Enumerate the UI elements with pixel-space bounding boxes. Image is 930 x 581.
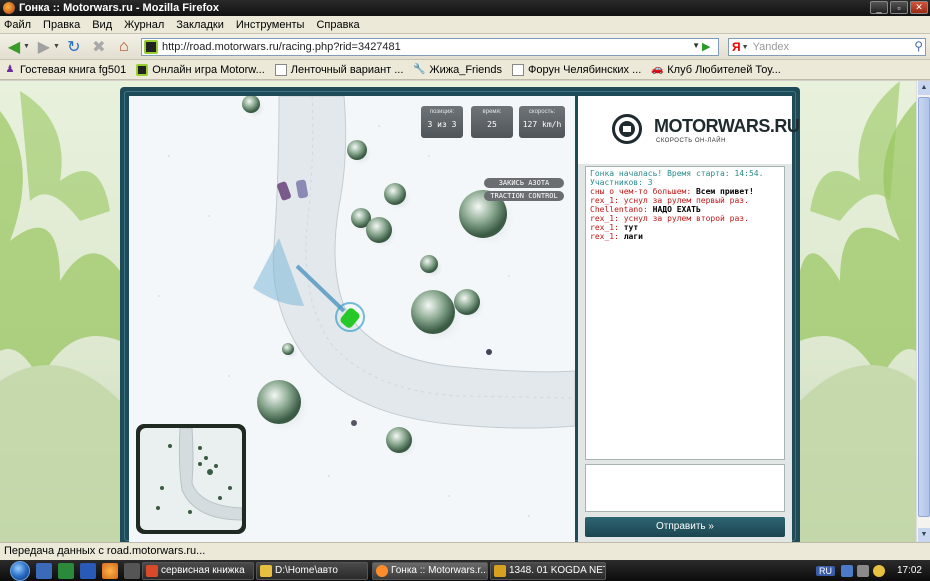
- page-icon: [512, 63, 524, 76]
- chat-log: Гонка началась! Время старта: 14:54. Уча…: [585, 166, 785, 460]
- status-bar: Передача данных с road.motorwars.ru...: [0, 542, 930, 560]
- bookmark-toyota-club[interactable]: 🚗 Клуб Любителей Тоу...: [651, 64, 781, 76]
- minimize-button[interactable]: _: [870, 1, 888, 14]
- menu-bookmarks[interactable]: Закладки: [176, 19, 224, 31]
- navigation-toolbar: ◀ ▼ ▶ ▼ ↻ ✖ ⌂ http://road.motorwars.ru/r…: [0, 34, 930, 60]
- search-engine-dropdown-icon[interactable]: ▼: [742, 44, 749, 51]
- site-favicon-icon: [144, 40, 158, 54]
- page-icon: [274, 63, 287, 76]
- network-icon[interactable]: [840, 564, 853, 577]
- taskbar: сервисная книжка D:\Home\авто Гонка :: M…: [0, 560, 930, 581]
- bookmark-motorwars[interactable]: Онлайн игра Motorw...: [136, 63, 265, 76]
- chat-message: Гонка началась! Время старта: 14:54. Уча…: [590, 169, 764, 187]
- chat-message: rex_1: уснул за рулем первый раз.: [590, 196, 749, 205]
- task-folder-auto[interactable]: D:\Home\авто: [256, 562, 368, 580]
- window-title: Гонка :: Motorwars.ru - Mozilla Firefox: [19, 2, 219, 14]
- chat-message: сны о чем-то большем: Всем привет!: [590, 187, 754, 196]
- menu-help[interactable]: Справка: [316, 19, 359, 31]
- media-icon[interactable]: [124, 562, 140, 579]
- search-icon[interactable]: ⚲: [914, 39, 923, 53]
- home-button[interactable]: ⌂: [113, 36, 135, 58]
- chat-message: Chellentano: НАДО ЕХАТЬ: [590, 205, 701, 214]
- motorwars-logo-icon: [612, 114, 642, 144]
- menu-view[interactable]: Вид: [92, 19, 112, 31]
- search-bar[interactable]: Я ▼ Yandex ⚲: [728, 38, 926, 56]
- search-placeholder[interactable]: Yandex: [753, 41, 790, 53]
- system-tray: RU 17:02: [815, 561, 930, 580]
- word-icon[interactable]: [80, 562, 96, 579]
- minimap-track: [156, 428, 242, 521]
- firefox-icon: [3, 2, 15, 14]
- url-bar[interactable]: http://road.motorwars.ru/racing.php?rid=…: [141, 38, 719, 56]
- start-button[interactable]: [10, 560, 30, 581]
- hud-time: время: 25: [471, 106, 513, 138]
- bookmark-chelyabinsk-forum[interactable]: Форун Челябинских ...: [512, 63, 641, 76]
- chat-message: rex_1: тут: [590, 223, 639, 232]
- wrench-icon: 🔧: [413, 63, 426, 75]
- bookmark-guestbook[interactable]: ♟ Гостевая книга fg501: [4, 63, 127, 76]
- smiley-icon[interactable]: [872, 564, 885, 577]
- stop-button[interactable]: ✖: [88, 36, 110, 58]
- menu-edit[interactable]: Правка: [43, 19, 80, 31]
- music-icon: [494, 565, 506, 577]
- traction-control-button[interactable]: TRACTION CONTROL: [484, 191, 564, 201]
- task-service-book[interactable]: сервисная книжка: [142, 562, 254, 580]
- show-desktop-icon[interactable]: [36, 562, 52, 579]
- back-button[interactable]: ◀: [3, 36, 25, 58]
- logo-tagline: СКОРОСТЬ ОН-ЛАЙН: [656, 138, 726, 144]
- menu-bar: Файл Правка Вид Журнал Закладки Инструме…: [0, 16, 930, 34]
- clock: 17:02: [896, 565, 922, 576]
- task-firefox-race[interactable]: Гонка :: Motorwars.r...: [372, 562, 488, 580]
- nitro-button[interactable]: ЗАКИСЬ АЗОТА: [484, 178, 564, 188]
- go-arrow-icon[interactable]: ▶: [702, 40, 716, 54]
- language-indicator[interactable]: RU: [815, 565, 835, 576]
- motorwars-icon: [136, 63, 149, 76]
- back-dropdown-icon[interactable]: ▼: [23, 43, 30, 50]
- maximize-button[interactable]: ▫: [890, 1, 908, 14]
- menu-file[interactable]: Файл: [4, 19, 31, 31]
- page-scrollbar[interactable]: ▲ ▼: [916, 81, 930, 542]
- scroll-down-icon[interactable]: ▼: [918, 528, 930, 542]
- firefox-quicklaunch-icon[interactable]: [102, 562, 118, 579]
- menu-tools[interactable]: Инструменты: [236, 19, 305, 31]
- car-icon: 🚗: [651, 63, 664, 75]
- bookmark-zhizha-friends[interactable]: 🔧 Жижа_Friends: [413, 64, 502, 76]
- bookmarks-toolbar: ♟ Гостевая книга fg501 Онлайн игра Motorw…: [0, 60, 930, 80]
- window-title-bar: Гонка :: Motorwars.ru - Mozilla Firefox …: [0, 0, 930, 16]
- right-panel: MOTORWARS.RU СКОРОСТЬ ОН-ЛАЙН Гонка нача…: [578, 96, 800, 542]
- hud-position: позиция: 3 из 3: [421, 106, 463, 138]
- scroll-thumb[interactable]: [918, 97, 930, 517]
- chat-input[interactable]: [585, 464, 785, 512]
- document-icon: [146, 565, 158, 577]
- bookmark-tape-version[interactable]: Ленточный вариант ...: [274, 63, 403, 76]
- firefox-icon: [376, 565, 388, 577]
- folder-icon: [260, 565, 272, 577]
- chat-message: rex_1: уснул за рулем второй раз.: [590, 214, 749, 223]
- logo-name: MOTORWARS.RU: [654, 116, 800, 136]
- url-dropdown-icon[interactable]: ▼: [692, 41, 700, 50]
- volume-icon[interactable]: [856, 564, 869, 577]
- forward-dropdown-icon[interactable]: ▼: [53, 43, 60, 50]
- chat-message: rex_1: лаги: [590, 232, 643, 241]
- menu-history[interactable]: Журнал: [124, 19, 164, 31]
- yandex-icon[interactable]: Я: [732, 40, 741, 54]
- excel-icon[interactable]: [58, 562, 74, 579]
- race-track[interactable]: позиция: 3 из 3 время: 25 скорость: 127 …: [129, 96, 575, 542]
- task-music[interactable]: 1348. 01 KOGDA NET ...: [490, 562, 606, 580]
- scroll-up-icon[interactable]: ▲: [918, 81, 930, 95]
- hud-speed: скорость: 127 km/h: [519, 106, 565, 138]
- forward-button[interactable]: ▶: [33, 36, 55, 58]
- logo-area: MOTORWARS.RU СКОРОСТЬ ОН-ЛАЙН: [578, 96, 800, 164]
- send-button[interactable]: Отправить »: [585, 517, 785, 537]
- close-button[interactable]: ✕: [910, 1, 928, 14]
- url-text[interactable]: http://road.motorwars.ru/racing.php?rid=…: [162, 41, 401, 53]
- person-icon: ♟: [5, 63, 15, 75]
- reload-button[interactable]: ↻: [63, 36, 85, 58]
- minimap: [136, 424, 246, 534]
